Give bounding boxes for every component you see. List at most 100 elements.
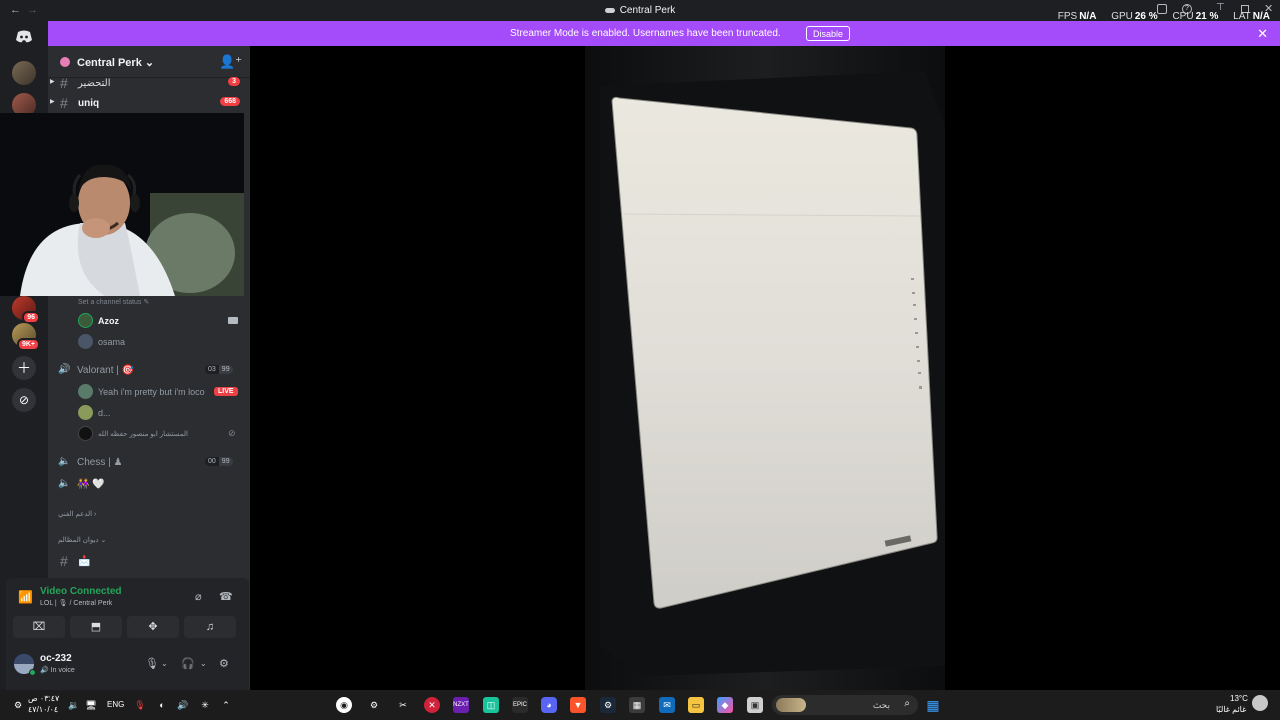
noise-suppression-icon[interactable]: ⌀ bbox=[195, 590, 202, 603]
title-bar: ← → Central Perk ? ⊤ ✕ FPS N/A GPU 26 % CP… bbox=[0, 0, 1280, 22]
language-indicator[interactable]: ENG bbox=[107, 700, 124, 709]
stream-video[interactable] bbox=[585, 46, 945, 690]
close-icon[interactable]: ✕ bbox=[1257, 26, 1268, 42]
explore-servers-icon[interactable]: ⊘ bbox=[12, 388, 36, 412]
category-complaints[interactable]: ديوان المظالم ⌄ bbox=[58, 536, 106, 544]
discord-logo-icon bbox=[604, 7, 615, 13]
file-explorer-app-icon[interactable]: ▭ bbox=[688, 697, 704, 713]
stream-view[interactable] bbox=[250, 46, 1280, 690]
server-mention-badge: 9K+ bbox=[16, 338, 40, 351]
online-status-icon bbox=[29, 669, 36, 676]
server-boost-icon bbox=[60, 57, 70, 67]
member-name: d... bbox=[98, 408, 111, 418]
voice-status-title: Video Connected bbox=[40, 586, 122, 597]
valorant-app-icon[interactable]: ✕ bbox=[424, 697, 440, 713]
settings-tray-icon[interactable]: ⚙ bbox=[10, 697, 26, 713]
streamer-mode-message: Streamer Mode is enabled. Usernames have… bbox=[510, 28, 781, 39]
voice-channel-label: Chess | ♟ bbox=[77, 457, 123, 468]
show-hidden-icons[interactable]: ⌃ bbox=[218, 697, 234, 713]
channel-item[interactable]: ▶ # uniq 668 bbox=[50, 93, 244, 113]
member-name: Yeah i'm pretty but i'm loco bbox=[98, 387, 205, 397]
camera-off-button[interactable]: ⌧ bbox=[13, 616, 65, 638]
chevron-down-icon[interactable]: ⌄ bbox=[200, 659, 207, 668]
channel-status-hint[interactable]: Set a channel status ✎ bbox=[78, 298, 149, 306]
network-tray-icon[interactable]: 🖥 bbox=[83, 697, 99, 713]
chevron-down-icon[interactable]: ⌄ bbox=[161, 659, 168, 668]
avatar bbox=[78, 405, 93, 420]
headphones-icon[interactable]: 🎧 bbox=[181, 657, 195, 670]
speaker-tray-icon[interactable]: 🔊 bbox=[175, 697, 191, 713]
chevron-down-icon: ⌄ bbox=[144, 57, 155, 69]
mic-tray-icon[interactable]: 🎙 bbox=[132, 697, 148, 713]
discord-home-icon[interactable] bbox=[12, 25, 36, 49]
member-name: Azoz bbox=[98, 316, 119, 326]
user-limit-counter: 03 99 bbox=[205, 365, 233, 374]
live-badge: LIVE bbox=[214, 387, 238, 396]
webcam-preview bbox=[0, 113, 244, 296]
speaker-icon: 🔈 bbox=[58, 478, 71, 489]
voice-channel-path[interactable]: LOL | 🎙 / Central Perk bbox=[40, 599, 112, 607]
disconnect-icon[interactable]: ☎ bbox=[219, 590, 233, 603]
speaker-icon: 🔊 bbox=[58, 364, 71, 375]
member-name: المستشار ابو منصور حفظه الله bbox=[98, 431, 188, 438]
disable-button[interactable]: Disable bbox=[806, 26, 851, 41]
avatar bbox=[78, 384, 93, 399]
steelseries-app-icon[interactable]: ⚙ bbox=[366, 697, 382, 713]
voice-channel-label: Valorant | 🎯 bbox=[77, 365, 135, 376]
microphone-icon[interactable]: 🎙 bbox=[145, 657, 159, 670]
server-name: Central Perk ⌄ bbox=[77, 57, 155, 69]
channel-label: uniq bbox=[78, 98, 100, 109]
discord-tray-icon[interactable]: ◐ bbox=[154, 697, 170, 713]
android-app-icon[interactable]: ◫ bbox=[483, 697, 499, 713]
activities-button[interactable]: ✥ bbox=[127, 616, 179, 638]
channel-item[interactable]: # 📩 bbox=[54, 551, 244, 571]
capcut-app-icon[interactable]: ✂ bbox=[395, 697, 411, 713]
text-channel-icon: # bbox=[60, 95, 68, 111]
taskbar-search-box[interactable]: بحث ⌕ bbox=[772, 695, 918, 715]
windows-start-icon[interactable]: ▦ bbox=[925, 697, 941, 713]
search-icon: ⌕ bbox=[904, 698, 910, 709]
steam-app-icon[interactable]: ⚙ bbox=[600, 697, 616, 713]
deafened-icon: ⊘ bbox=[228, 428, 236, 438]
clock-time[interactable]: ٠٣:٤٧ ص bbox=[28, 694, 59, 703]
user-status: 🔊 In voice bbox=[40, 667, 75, 674]
weather-temperature[interactable]: 13°C bbox=[1230, 694, 1248, 703]
video-camera-icon bbox=[228, 317, 238, 324]
discord-app-icon[interactable]: ◕ bbox=[541, 697, 557, 713]
connection-signal-icon[interactable]: 📶 bbox=[18, 590, 33, 604]
category-support[interactable]: الدعم الفني › bbox=[58, 510, 96, 518]
task-view-icon[interactable]: ▣ bbox=[747, 697, 763, 713]
unread-badge: 668 bbox=[220, 97, 240, 106]
copilot-app-icon[interactable]: ◆ bbox=[717, 697, 733, 713]
invite-people-icon[interactable]: 👤⁺ bbox=[219, 54, 242, 70]
microsoft-store-app-icon[interactable]: ▦ bbox=[629, 697, 645, 713]
outlook-app-icon[interactable]: ✉ bbox=[659, 697, 675, 713]
unread-badge: 3 bbox=[228, 77, 240, 86]
collapse-arrow-icon: ▶ bbox=[50, 79, 55, 85]
server-icon[interactable] bbox=[12, 61, 36, 85]
soundboard-button[interactable]: ♫ bbox=[184, 616, 236, 638]
add-server-icon[interactable]: ＋ bbox=[12, 356, 36, 380]
notification-avatar-icon[interactable] bbox=[1252, 695, 1268, 711]
server-icon[interactable]: 96 bbox=[12, 296, 40, 324]
channel-item[interactable]: ▶ # التحضير 3 bbox=[50, 73, 244, 93]
weather-condition[interactable]: غائم غالبًا bbox=[1216, 705, 1246, 714]
server-icon[interactable]: 9K+ bbox=[12, 323, 40, 351]
brightness-tray-icon[interactable]: ✳ bbox=[197, 697, 213, 713]
text-channel-icon: # bbox=[60, 75, 68, 91]
nzxt-app-icon[interactable]: NZXT bbox=[453, 697, 469, 713]
member-name: osama bbox=[98, 337, 126, 347]
epic-games-app-icon[interactable]: EPIC bbox=[512, 697, 528, 713]
clock-date[interactable]: ٤٧/١٠/٠٤ bbox=[28, 705, 58, 714]
text-channel-icon: # bbox=[60, 553, 68, 569]
settings-gear-icon[interactable]: ⚙ bbox=[219, 657, 229, 670]
brave-app-icon[interactable]: ▼ bbox=[570, 697, 586, 713]
streamer-mode-banner: Streamer Mode is enabled. Usernames have… bbox=[48, 21, 1280, 46]
search-placeholder: بحث bbox=[872, 700, 890, 710]
user-panel: oc-232 🔊 In voice 🎙 ⌄ 🎧 ⌄ ⚙ bbox=[6, 646, 249, 690]
search-highlight-image bbox=[776, 698, 806, 712]
obs-app-icon[interactable]: ◉ bbox=[336, 697, 352, 713]
share-screen-button[interactable]: ⬒ bbox=[70, 616, 122, 638]
windows-taskbar: ⚙ ٠٣:٤٧ ص ٤٧/١٠/٠٤ 🔉 🖥 ENG 🎙 ◐ 🔊 ✳ ⌃ ◉ ⚙… bbox=[0, 690, 1280, 720]
volume-tray-icon[interactable]: 🔉 bbox=[66, 697, 82, 713]
